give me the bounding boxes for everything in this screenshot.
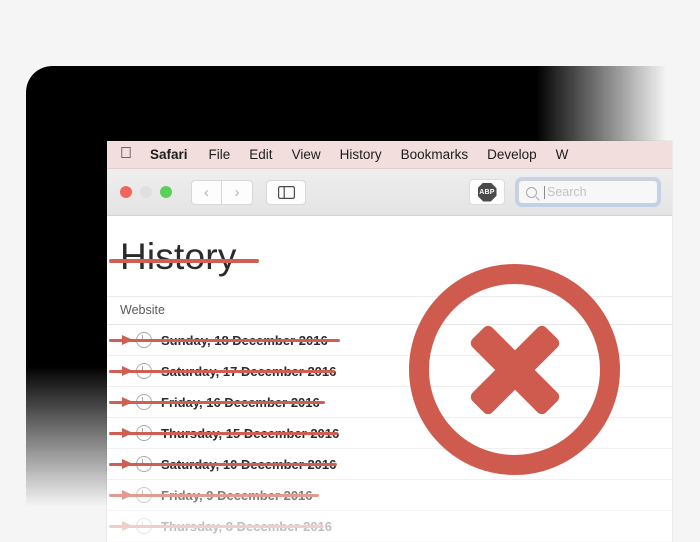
menu-safari[interactable]: Safari (150, 147, 188, 162)
menu-edit[interactable]: Edit (249, 147, 272, 162)
table-row[interactable]: Friday, 9 December 2016 (107, 480, 672, 511)
title-strikethrough (109, 259, 259, 263)
sidebar-toggle-icon[interactable] (266, 179, 306, 205)
search-placeholder: Search (547, 185, 587, 199)
macos-menubar:  Safari File Edit View History Bookmark… (107, 141, 672, 169)
search-icon (526, 186, 537, 198)
row-strikethrough (109, 335, 340, 346)
menu-view[interactable]: View (292, 147, 321, 162)
minimize-button[interactable] (140, 186, 152, 198)
forward-button[interactable]: › (222, 179, 253, 205)
row-strikethrough (109, 490, 319, 501)
search-input[interactable]: Search (518, 180, 658, 204)
table-row[interactable]: Saturday, 10 December 2016 (107, 449, 672, 480)
abp-octagon-icon: ABP (477, 182, 497, 202)
back-button[interactable]: ‹ (191, 179, 222, 205)
apple-logo-icon[interactable]:  (120, 145, 132, 162)
menu-history[interactable]: History (340, 147, 382, 162)
table-row[interactable]: Thursday, 8 December 2016 (107, 511, 672, 542)
safari-toolbar: ‹ › ABP Search (107, 169, 672, 216)
sidebar-glyph (277, 185, 295, 199)
page-title-wrap: History (107, 216, 259, 277)
text-caret (544, 185, 545, 199)
window-controls (120, 186, 172, 198)
row-strikethrough (109, 428, 338, 439)
row-strikethrough (109, 366, 335, 377)
zoom-button[interactable] (160, 186, 172, 198)
row-strikethrough (109, 459, 337, 470)
menu-file[interactable]: File (209, 147, 231, 162)
circle-x-icon (409, 264, 620, 475)
page-title: History (120, 236, 237, 277)
row-strikethrough (109, 397, 325, 408)
row-strikethrough (109, 521, 324, 532)
close-button[interactable] (120, 186, 132, 198)
adblock-plus-button[interactable]: ABP (469, 179, 505, 205)
menu-develop[interactable]: Develop (487, 147, 537, 162)
menu-window[interactable]: W (556, 147, 569, 162)
menu-bookmarks[interactable]: Bookmarks (401, 147, 469, 162)
